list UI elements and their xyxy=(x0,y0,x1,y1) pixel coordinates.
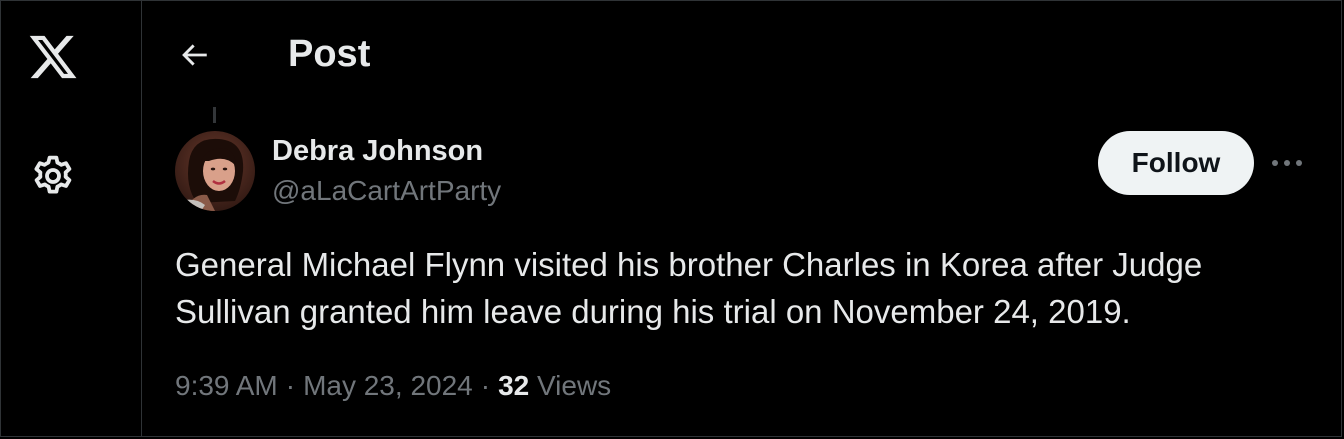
views-label: Views xyxy=(537,370,612,401)
arrow-left-icon xyxy=(182,44,207,66)
more-options-button[interactable] xyxy=(1266,147,1308,179)
post-date[interactable]: May 23, 2024 xyxy=(303,370,473,401)
author-display-name[interactable]: Debra Johnson xyxy=(272,133,483,169)
post-time[interactable]: 9:39 AM xyxy=(175,370,278,401)
meta-separator: · xyxy=(480,370,491,401)
gear-icon[interactable] xyxy=(29,152,77,200)
author-handle[interactable]: @aLaCartArtParty xyxy=(272,173,501,209)
back-button[interactable] xyxy=(172,33,216,77)
x-logo-icon[interactable] xyxy=(27,31,79,83)
avatar[interactable] xyxy=(175,131,255,211)
page-title: Post xyxy=(288,33,371,75)
app-frame: Post Debra Johnson @aLaCartArtParty Foll… xyxy=(0,0,1342,437)
follow-button[interactable]: Follow xyxy=(1098,131,1254,195)
thread-connector xyxy=(213,107,216,123)
views-count: 32 xyxy=(498,370,530,401)
post-metadata: 9:39 AM · May 23, 2024 · 32 Views xyxy=(175,368,611,404)
more-horizontal-icon xyxy=(1272,160,1302,166)
left-nav-rail xyxy=(1,1,142,436)
meta-separator: · xyxy=(285,370,296,401)
main-column: Post Debra Johnson @aLaCartArtParty Foll… xyxy=(142,1,1341,436)
post-text: General Michael Flynn visited his brothe… xyxy=(175,246,1203,330)
